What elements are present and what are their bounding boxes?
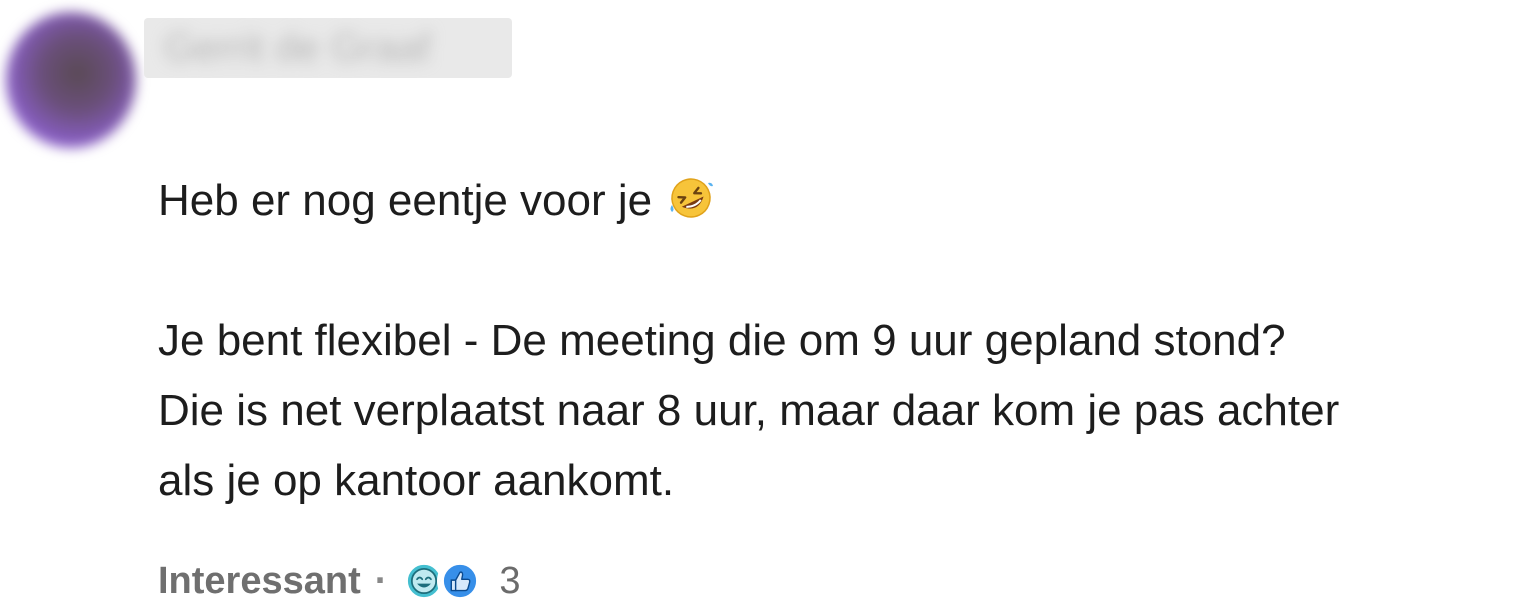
like-reaction-icon xyxy=(437,558,484,604)
comment-footer: Interessant · 3 xyxy=(158,556,521,606)
rolling-laughing-emoji-icon xyxy=(670,178,714,218)
reactions-summary[interactable] xyxy=(401,558,484,604)
comment-line: Je bent flexibel - De meeting die om 9 u… xyxy=(158,316,1286,365)
author-name-text: Gerrit de Graaf xyxy=(164,26,431,70)
comment-line: Die is net verplaatst naar 8 uur, maar d… xyxy=(158,386,1340,435)
comment-line: als je op kantoor aankomt. xyxy=(158,456,675,505)
author-name[interactable]: Gerrit de Graaf xyxy=(144,18,512,78)
comment-text: Heb er nog eentje voor je xyxy=(158,176,653,225)
reaction-count[interactable]: 3 xyxy=(499,560,520,603)
comment-line: Heb er nog eentje voor je xyxy=(158,166,1518,236)
comment-body: Heb er nog eentje voor je Je bent flexib… xyxy=(158,166,1518,516)
separator-dot: · xyxy=(374,559,388,602)
avatar[interactable] xyxy=(6,12,136,148)
interessant-reaction-button[interactable]: Interessant xyxy=(158,560,361,603)
